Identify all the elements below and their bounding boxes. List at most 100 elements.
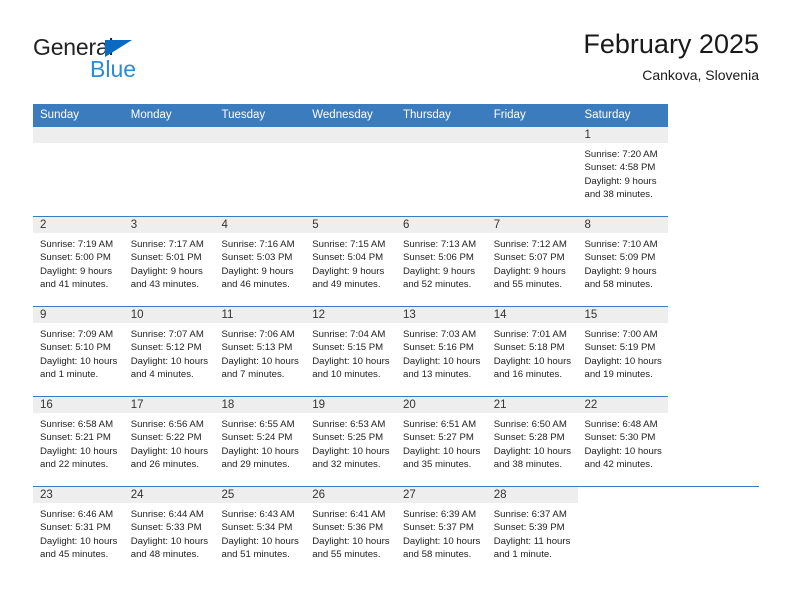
daylight-text-line2: and 13 minutes. <box>403 369 472 381</box>
weekday-header-tuesday: Tuesday <box>214 104 306 127</box>
sunrise-text: Sunrise: 6:51 AM <box>403 419 477 430</box>
calendar-cell-day[interactable]: 11 Sunrise: 7:06 AM Sunset: 5:13 PM Dayligh… <box>214 306 306 397</box>
calendar-cell-day[interactable]: 3 Sunrise: 7:17 AM Sunset: 5:01 PM Daylight… <box>123 216 215 307</box>
calendar-cell-day[interactable]: 14 Sunrise: 7:01 AM Sunset: 5:18 PM Dayligh… <box>486 306 578 397</box>
calendar-cell-day[interactable]: 6 Sunrise: 7:13 AM Sunset: 5:06 PM Daylight… <box>396 216 487 307</box>
daylight-text-line2: and 49 minutes. <box>312 279 381 291</box>
day-number: 12 <box>305 307 396 323</box>
calendar-week-row: 1 Sunrise: 7:20 AM Sunset: 4:58 PM Daylight… <box>33 126 759 217</box>
day-sun-info: Sunrise: 7:10 AM Sunset: 5:09 PM Daylight:… <box>578 233 669 292</box>
weekday-header-wednesday: Wednesday <box>305 104 396 127</box>
calendar-cell-day[interactable]: 5 Sunrise: 7:15 AM Sunset: 5:04 PM Daylight… <box>305 216 396 307</box>
calendar-cell-day[interactable]: 24 Sunrise: 6:44 AM Sunset: 5:33 PM Dayligh… <box>123 486 215 576</box>
daylight-text-line2: and 52 minutes. <box>403 279 472 291</box>
sunrise-text: Sunrise: 6:41 AM <box>312 509 386 520</box>
calendar-cell-empty[interactable] <box>577 486 669 576</box>
sunset-text: Sunset: 5:21 PM <box>40 432 111 444</box>
sunset-text: Sunset: 5:30 PM <box>584 432 656 444</box>
calendar-cell-empty[interactable] <box>33 126 124 217</box>
calendar-cell-day[interactable]: 18 Sunrise: 6:55 AM Sunset: 5:24 PM Dayligh… <box>214 396 306 487</box>
day-number: 20 <box>396 397 487 413</box>
daylight-text-line2: and 48 minutes. <box>130 549 200 561</box>
daylight-text-line1: Daylight: 11 hours <box>493 535 571 547</box>
calendar-cell-day[interactable]: 22 Sunrise: 6:48 AM Sunset: 5:30 PM Dayligh… <box>577 396 669 487</box>
calendar-cell-day[interactable]: 28 Sunrise: 6:37 AM Sunset: 5:39 PM Dayligh… <box>486 486 578 576</box>
calendar-cell-day[interactable]: 2 Sunrise: 7:19 AM Sunset: 5:00 PM Daylight… <box>33 216 124 307</box>
calendar-cell-day[interactable]: 8 Sunrise: 7:10 AM Sunset: 5:09 PM Daylight… <box>577 216 669 307</box>
calendar-cell-day[interactable]: 27 Sunrise: 6:39 AM Sunset: 5:37 PM Dayligh… <box>396 486 487 576</box>
day-number: 6 <box>396 217 487 233</box>
calendar-cell-day[interactable]: 1 Sunrise: 7:20 AM Sunset: 4:58 PM Daylight… <box>577 126 669 217</box>
calendar-cell-day[interactable]: 23 Sunrise: 6:46 AM Sunset: 5:31 PM Dayligh… <box>33 486 124 576</box>
daylight-text-line1: Daylight: 9 hours <box>130 265 203 277</box>
calendar-cell-day[interactable]: 7 Sunrise: 7:12 AM Sunset: 5:07 PM Daylight… <box>486 216 578 307</box>
day-number: 19 <box>305 397 396 413</box>
day-number: 22 <box>577 397 669 413</box>
calendar-cell-day[interactable]: 25 Sunrise: 6:43 AM Sunset: 5:34 PM Dayligh… <box>214 486 306 576</box>
daylight-text-line2: and 1 minute. <box>40 369 99 381</box>
daylight-text-line1: Daylight: 10 hours <box>584 445 662 457</box>
day-number: 26 <box>305 487 396 503</box>
calendar-week-row: 23 Sunrise: 6:46 AM Sunset: 5:31 PM Dayligh… <box>33 486 759 576</box>
calendar-cell-day[interactable]: 12 Sunrise: 7:04 AM Sunset: 5:15 PM Dayligh… <box>305 306 396 397</box>
day-sun-info: Sunrise: 7:04 AM Sunset: 5:15 PM Daylight:… <box>305 323 396 382</box>
calendar-cell-day[interactable]: 9 Sunrise: 7:09 AM Sunset: 5:10 PM Daylight… <box>33 306 124 397</box>
calendar-cell-day[interactable]: 20 Sunrise: 6:51 AM Sunset: 5:27 PM Dayligh… <box>396 396 487 487</box>
daylight-text-line1: Daylight: 10 hours <box>40 535 118 547</box>
sunrise-text: Sunrise: 6:53 AM <box>312 419 386 430</box>
calendar-cell-empty[interactable] <box>123 126 215 217</box>
sunrise-text: Sunrise: 7:15 AM <box>312 239 386 250</box>
calendar-cell-empty[interactable] <box>305 126 396 217</box>
sunrise-text: Sunrise: 7:01 AM <box>493 329 567 340</box>
sunrise-text: Sunrise: 6:46 AM <box>40 509 114 520</box>
calendar-cell-day[interactable]: 16 Sunrise: 6:58 AM Sunset: 5:21 PM Dayligh… <box>33 396 124 487</box>
calendar-cell-empty[interactable] <box>486 126 578 217</box>
day-number: 3 <box>123 217 215 233</box>
daylight-text-line1: Daylight: 10 hours <box>312 445 390 457</box>
sunrise-text: Sunrise: 6:56 AM <box>130 419 204 430</box>
day-number: 9 <box>33 307 124 323</box>
page-subtitle: Cankova, Slovenia <box>642 66 759 83</box>
sunset-text: Sunset: 5:03 PM <box>221 252 293 264</box>
calendar-cell-day[interactable]: 17 Sunrise: 6:56 AM Sunset: 5:22 PM Dayligh… <box>123 396 215 487</box>
daylight-text-line2: and 41 minutes. <box>40 279 109 291</box>
calendar-cell-day[interactable]: 21 Sunrise: 6:50 AM Sunset: 5:28 PM Dayligh… <box>486 396 578 487</box>
calendar-cell-empty[interactable] <box>396 126 487 217</box>
daylight-text-line2: and 29 minutes. <box>221 459 290 471</box>
calendar-cell-empty[interactable] <box>214 126 306 217</box>
calendar-cell-day[interactable]: 4 Sunrise: 7:16 AM Sunset: 5:03 PM Daylight… <box>214 216 306 307</box>
daylight-text-line2: and 55 minutes. <box>312 549 381 561</box>
sunset-text: Sunset: 5:25 PM <box>312 432 384 444</box>
sunrise-text: Sunrise: 6:43 AM <box>221 509 295 520</box>
calendar-week-row: 16 Sunrise: 6:58 AM Sunset: 5:21 PM Dayligh… <box>33 396 759 487</box>
sunrise-text: Sunrise: 6:50 AM <box>493 419 567 430</box>
daylight-text-line1: Daylight: 10 hours <box>130 355 209 367</box>
daylight-text-line2: and 51 minutes. <box>221 549 290 561</box>
weekday-header-saturday: Saturday <box>577 104 669 127</box>
daylight-text-line1: Daylight: 9 hours <box>584 175 657 187</box>
day-number: 18 <box>214 397 306 413</box>
sunset-text: Sunset: 5:31 PM <box>40 522 111 534</box>
daylight-text-line1: Daylight: 10 hours <box>40 445 118 457</box>
calendar-cell-empty[interactable] <box>668 486 759 576</box>
day-number <box>33 127 124 143</box>
calendar-cell-day[interactable]: 19 Sunrise: 6:53 AM Sunset: 5:25 PM Dayligh… <box>305 396 396 487</box>
calendar-cell-day[interactable]: 26 Sunrise: 6:41 AM Sunset: 5:36 PM Dayligh… <box>305 486 396 576</box>
day-number: 28 <box>486 487 578 503</box>
title-block: February 2025 Cankova, Slovenia <box>583 29 759 83</box>
day-sun-info: Sunrise: 6:58 AM Sunset: 5:21 PM Daylight:… <box>33 413 124 472</box>
weekday-header-row: Sunday Monday Tuesday Wednesday Thursday… <box>33 104 759 127</box>
sunset-text: Sunset: 5:27 PM <box>403 432 474 444</box>
calendar-cell-day[interactable]: 13 Sunrise: 7:03 AM Sunset: 5:16 PM Dayligh… <box>396 306 487 397</box>
day-number: 17 <box>123 397 215 413</box>
day-sun-info: Sunrise: 6:44 AM Sunset: 5:33 PM Daylight:… <box>124 503 215 562</box>
daylight-text-line1: Daylight: 10 hours <box>403 445 481 457</box>
daylight-text-line2: and 46 minutes. <box>221 279 290 291</box>
calendar-cell-day[interactable]: 15 Sunrise: 7:00 AM Sunset: 5:19 PM Dayligh… <box>577 306 669 397</box>
daylight-text-line1: Daylight: 10 hours <box>403 535 481 547</box>
day-sun-info: Sunrise: 7:01 AM Sunset: 5:18 PM Daylight:… <box>487 323 578 382</box>
day-number: 27 <box>396 487 487 503</box>
calendar-body: 1 Sunrise: 7:20 AM Sunset: 4:58 PM Daylight… <box>33 126 759 576</box>
general-blue-logo[interactable]: General Blue <box>33 30 253 86</box>
calendar-cell-day[interactable]: 10 Sunrise: 7:07 AM Sunset: 5:12 PM Dayligh… <box>123 306 215 397</box>
